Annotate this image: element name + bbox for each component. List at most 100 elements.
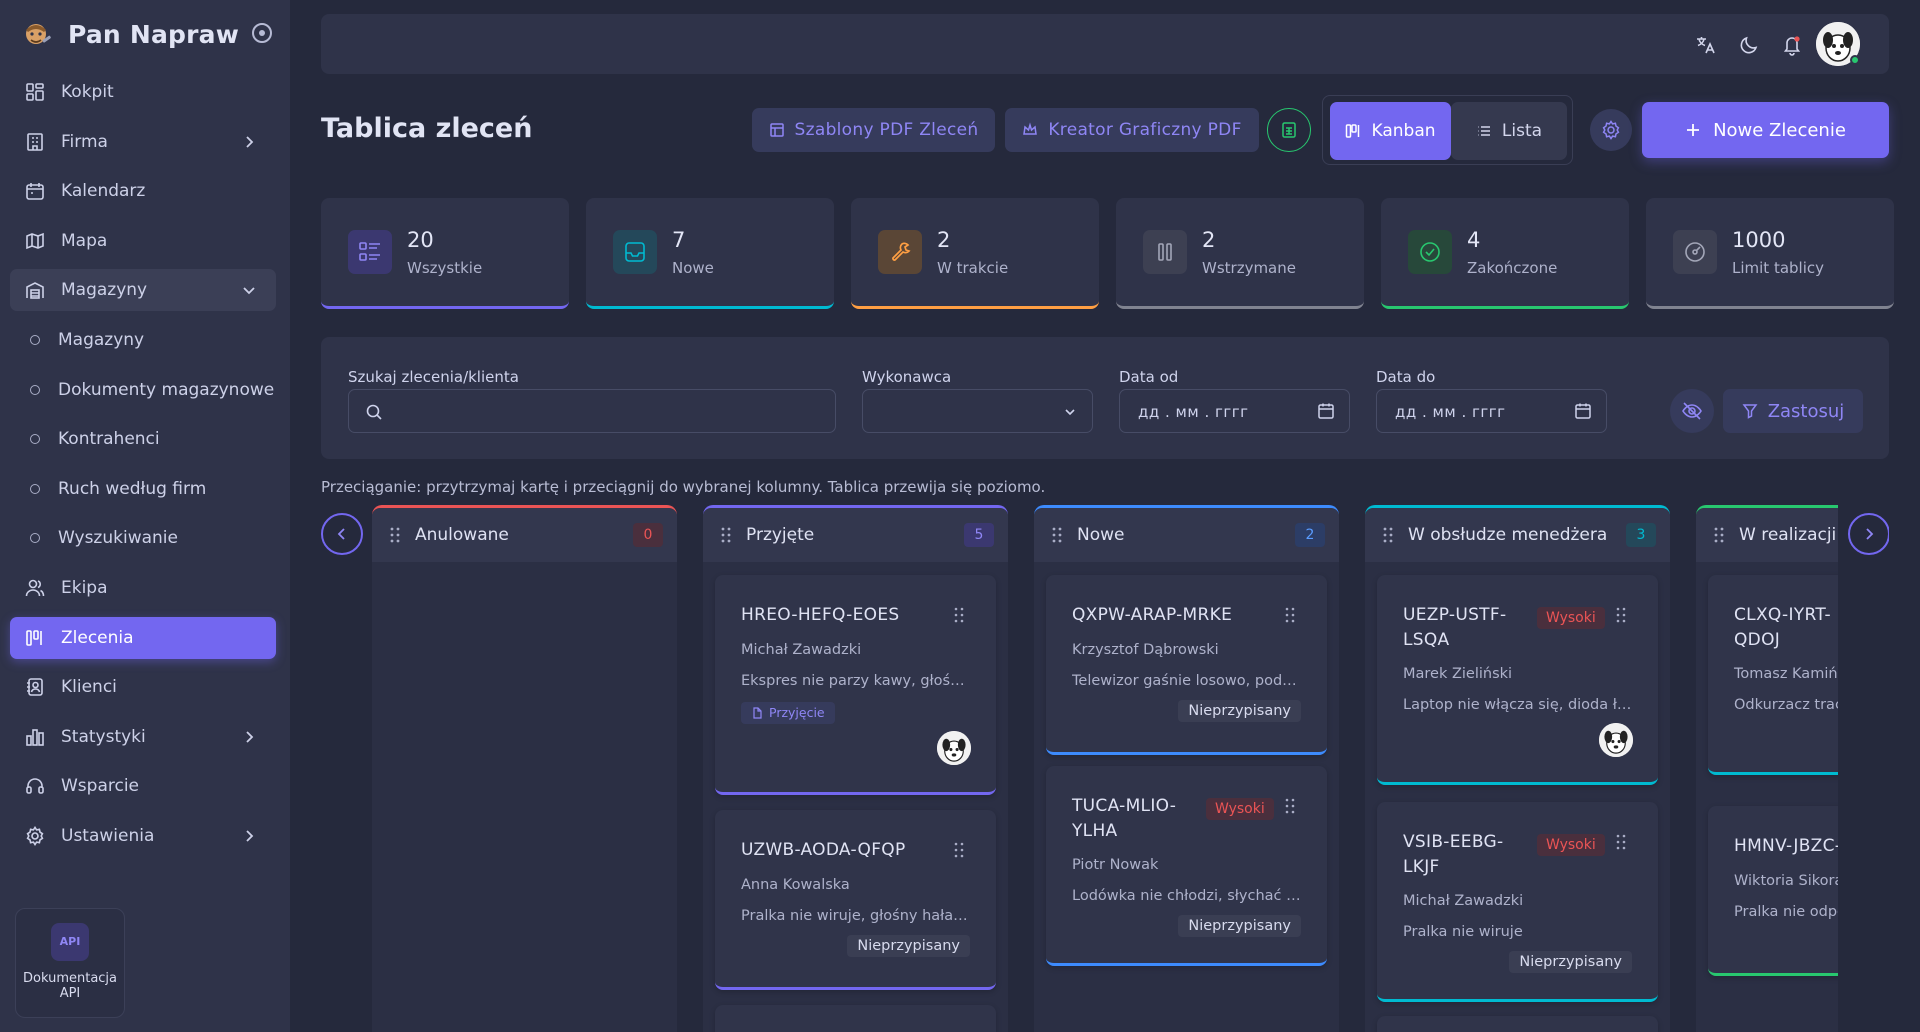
sidebar-toggle-icon[interactable] (252, 23, 272, 43)
sidebar-item-klienci[interactable]: Klienci (10, 666, 276, 708)
chevron-right-icon (1866, 528, 1874, 540)
list-icon (1477, 126, 1490, 136)
drag-handle-icon[interactable] (1615, 607, 1627, 623)
stat-card-in-progress[interactable]: 2 W trakcie (851, 198, 1099, 309)
order-card[interactable]: QXPW-ARAP-MRKE Krzysztof Dąbrowski Telew… (1046, 575, 1327, 755)
order-card[interactable]: UZWB-AODA-QFQP Anna Kowalska Pralka nie … (715, 810, 996, 990)
translate-icon[interactable] (1695, 34, 1717, 56)
view-kanban-button[interactable]: Kanban (1330, 102, 1451, 160)
stat-value: 7 (672, 228, 686, 252)
stat-card-paused[interactable]: 2 Wstrzymane (1116, 198, 1364, 309)
search-input[interactable] (348, 389, 836, 433)
new-order-button[interactable]: Nowe Zlecenie (1642, 102, 1889, 158)
sidebar-item-label: Kalendarz (61, 181, 146, 202)
status-badge: Przyjęcie (741, 702, 835, 724)
order-card[interactable]: HREO-HEFQ-EOES Michał Zawadzki Ekspres n… (715, 575, 996, 795)
drag-handle-icon[interactable] (390, 527, 400, 543)
order-card[interactable]: UEZP-USTF- LSQA Wysoki Marek Zieliński L… (1377, 575, 1658, 785)
date-from-input[interactable]: дд . мм . гггг (1119, 389, 1350, 433)
circle-icon (30, 384, 40, 395)
pdf-templates-button[interactable]: Szablony PDF Zleceń (752, 108, 995, 152)
column-header[interactable]: Przyjęte 5 (703, 508, 1008, 562)
pdf-creator-button[interactable]: Kreator Graficzny PDF (1005, 108, 1259, 152)
columns-viewport[interactable]: Anulowane 0 Przyjęte 5 HREO-HEFQ-EOES Mi… (372, 505, 1838, 1032)
order-card[interactable]: CLXQ-IYRT- QDOJ Tomasz Kamiński Odkurzac… (1708, 575, 1838, 775)
sidebar-item-magazyny[interactable]: Magazyny (10, 269, 276, 312)
calendar-icon[interactable] (1317, 402, 1335, 420)
sidebar-item-label: Ustawienia (61, 825, 155, 846)
assignee-badge: Nieprzypisany (1178, 915, 1301, 937)
pause-icon (1143, 230, 1187, 274)
order-card[interactable] (1377, 1016, 1658, 1032)
kanban-column: W obsłudze menedżera 3 UEZP-USTF- LSQA W… (1365, 505, 1670, 1032)
sidebar-item-kokpit[interactable]: Kokpit (10, 71, 276, 113)
bell-icon[interactable] (1781, 34, 1803, 56)
sidebar-item-ustawienia[interactable]: Ustawienia (10, 815, 276, 857)
stat-card-done[interactable]: 4 Zakończone (1381, 198, 1629, 309)
chevron-down-icon (1065, 409, 1075, 416)
stat-card-all[interactable]: 20 Wszystkie (321, 198, 569, 309)
order-card[interactable]: VSIB-EEBG- LKJF Wysoki Michał Zawadzki P… (1377, 802, 1658, 1002)
drag-handle-icon[interactable] (721, 527, 731, 543)
chevron-right-icon (246, 135, 254, 148)
column-header[interactable]: W realizacji (1696, 508, 1838, 562)
brand[interactable]: Pan Napraw (18, 14, 239, 54)
stat-card-new[interactable]: 7 Nowe (586, 198, 834, 309)
sidebar-subitem-wyszukiwanie[interactable]: Wyszukiwanie (10, 517, 276, 559)
sidebar-subitem-magazyny[interactable]: Magazyny (10, 319, 276, 361)
sidebar-item-kalendarz[interactable]: Kalendarz (10, 170, 276, 212)
order-code: QXPW-ARAP-MRKE (1072, 605, 1233, 625)
drag-handle-icon[interactable] (953, 842, 965, 858)
view-list-button[interactable]: Lista (1451, 102, 1567, 160)
apply-filters-button[interactable]: Zastosuj (1723, 389, 1863, 433)
order-card[interactable]: TUCA-MLIO- YLHA Wysoki Piotr Nowak Lodów… (1046, 766, 1327, 966)
sidebar-item-statystyki[interactable]: Statystyki (10, 716, 276, 758)
drag-hint: Przeciąganie: przytrzymaj kartę i przeci… (321, 478, 1046, 496)
drag-handle-icon[interactable] (1284, 607, 1296, 623)
sidebar-subitem-ruch[interactable]: Ruch według firm (10, 468, 276, 510)
sidebar-subitem-kontrahenci[interactable]: Kontrahenci (10, 418, 276, 460)
sidebar-item-label: Kontrahenci (58, 429, 160, 450)
order-description: Pralka nie wiruje, głośny hałas podczas … (741, 908, 973, 924)
search-icon (366, 404, 382, 420)
date-to-input[interactable]: дд . мм . гггг (1376, 389, 1607, 433)
sidebar-item-ekipa[interactable]: Ekipa (10, 567, 276, 609)
calendar-icon[interactable] (1574, 402, 1592, 420)
stat-value: 2 (1202, 228, 1216, 252)
sidebar-subitem-dokumenty[interactable]: Dokumenty magazynowe (10, 369, 276, 411)
column-header[interactable]: W obsłudze menedżera 3 (1365, 508, 1670, 562)
topbar (321, 14, 1889, 74)
sidebar-item-label: Klienci (61, 677, 117, 698)
sidebar-item-wsparcie[interactable]: Wsparcie (10, 765, 276, 807)
drag-handle-icon[interactable] (1714, 527, 1724, 543)
order-client: Anna Kowalska (741, 877, 850, 893)
drag-handle-icon[interactable] (1284, 798, 1296, 814)
sidebar-item-firma[interactable]: Firma (10, 121, 276, 163)
moon-icon[interactable] (1738, 34, 1760, 56)
sidebar-item-zlecenia[interactable]: Zlecenia (10, 616, 276, 659)
order-card[interactable]: HMNV-JBZC- Wiktoria Sikora Pralka nie od… (1708, 806, 1838, 976)
drag-handle-icon[interactable] (1052, 527, 1062, 543)
kanban-board: Anulowane 0 Przyjęte 5 HREO-HEFQ-EOES Mi… (321, 505, 1889, 1032)
date-from-placeholder: дд . мм . гггг (1138, 403, 1249, 421)
stat-value: 2 (937, 228, 951, 252)
board-settings-button[interactable] (1590, 109, 1632, 151)
stat-value: 20 (407, 228, 434, 252)
sidebar-item-mapa[interactable]: Mapa (10, 220, 276, 262)
column-header[interactable]: Anulowane 0 (372, 508, 677, 562)
drag-handle-icon[interactable] (953, 607, 965, 623)
drag-handle-icon[interactable] (1615, 834, 1627, 850)
order-card[interactable] (715, 1005, 996, 1032)
column-title: Przyjęte (746, 525, 815, 545)
scroll-left-button[interactable] (321, 513, 363, 555)
scroll-right-button[interactable] (1848, 513, 1889, 555)
kanban-column: W realizacji CLXQ-IYRT- QDOJ Tomasz Kami… (1696, 505, 1838, 1032)
drag-handle-icon[interactable] (1383, 527, 1393, 543)
sidebar-item-label: Wsparcie (61, 776, 140, 797)
toggle-filters-button[interactable] (1670, 389, 1714, 433)
export-sheet-button[interactable] (1267, 108, 1311, 152)
assignee-select[interactable] (862, 389, 1093, 433)
api-docs-link[interactable]: API Dokumentacja API (15, 908, 125, 1018)
column-header[interactable]: Nowe 2 (1034, 508, 1339, 562)
calendar-icon (24, 180, 46, 202)
